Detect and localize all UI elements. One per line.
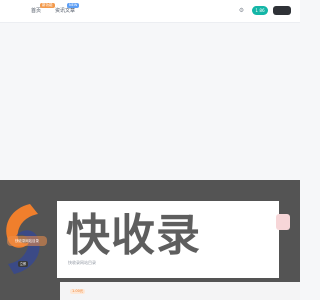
price-tag: 1.00元 <box>70 289 86 294</box>
nav-item-articles[interactable]: 资讯文章 NEW <box>55 3 80 14</box>
caption-text: 快收录网站目录 <box>68 260 96 265</box>
nav-item-label: 资讯文章 <box>55 8 76 14</box>
new-badge: 新功能 <box>40 3 55 8</box>
nav-item-label: 首页 <box>31 8 42 14</box>
teal-pill[interactable]: 1 86 <box>252 6 268 15</box>
nav-item-home[interactable]: 首页 新功能 <box>31 3 55 14</box>
logo-bubble: 快收录网站目录 <box>7 236 47 246</box>
logo-button[interactable]: 立即 <box>18 261 28 267</box>
top-bar: 首页 新功能 资讯文章 NEW ⚙ 1 86 <box>0 0 300 23</box>
accent-shape <box>276 214 290 230</box>
bottom-panel <box>60 282 300 300</box>
new-badge: NEW <box>67 3 80 8</box>
settings-icon[interactable]: ⚙ <box>238 7 245 14</box>
dark-pill[interactable] <box>273 6 291 15</box>
watermark-text: 快收录 <box>66 210 201 261</box>
